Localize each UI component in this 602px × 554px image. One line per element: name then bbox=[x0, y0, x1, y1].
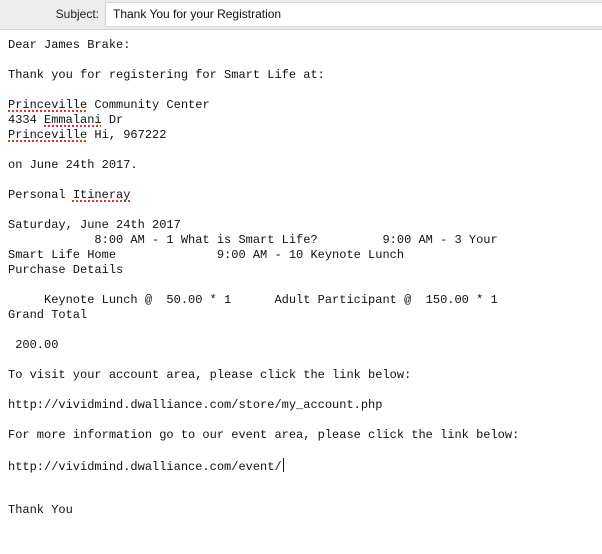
grand-total-label: Grand Total bbox=[8, 308, 88, 322]
day-heading: Saturday, June 24th 2017 bbox=[8, 218, 181, 232]
date-line: on June 24th 2017. bbox=[8, 158, 138, 172]
address-number: 4334 bbox=[8, 113, 45, 127]
city-rest: Hi, 967222 bbox=[87, 128, 167, 142]
subject-label: Subject: bbox=[55, 7, 99, 21]
itinerary-prefix: Personal bbox=[8, 188, 73, 202]
schedule-line: Smart Life Home 9:00 AM - 10 Keynote Lun… bbox=[8, 248, 405, 262]
message-body[interactable]: Dear James Brake: Thank you for registeri… bbox=[8, 38, 598, 518]
venue-word[interactable]: Princeville bbox=[8, 98, 87, 112]
account-link[interactable]: http://vividmind.dwalliance.com/store/my… bbox=[8, 398, 598, 413]
venue-line: Princeville Community Center bbox=[8, 98, 598, 113]
grand-total-value: 200.00 bbox=[8, 338, 59, 352]
venue-rest: Community Center bbox=[87, 98, 210, 112]
subject-field[interactable]: Thank You for your Registration bbox=[105, 2, 602, 27]
itinerary-word[interactable]: Itineray bbox=[73, 188, 131, 202]
schedule-line: 8:00 AM - 1 What is Smart Life? 9:00 AM … bbox=[8, 233, 498, 247]
city-word[interactable]: Princeville bbox=[8, 128, 87, 142]
purchase-line: Keynote Lunch @ 50.00 * 1 Adult Particip… bbox=[8, 293, 498, 307]
closing-line: Thank You bbox=[8, 503, 73, 517]
event-text: For more information go to our event are… bbox=[8, 428, 520, 442]
event-link[interactable]: http://vividmind.dwalliance.com/event/ bbox=[8, 460, 282, 474]
purchase-heading: Purchase Details bbox=[8, 263, 124, 277]
email-compose-window: Subject: Thank You for your Registration… bbox=[0, 0, 602, 554]
text-cursor bbox=[282, 458, 284, 472]
account-text: To visit your account area, please click… bbox=[8, 368, 412, 382]
address-suffix: Dr bbox=[101, 113, 124, 127]
itinerary-line: Personal Itineray bbox=[8, 188, 598, 203]
city-line: Princeville Hi, 967222 bbox=[8, 128, 598, 143]
greeting-line: Dear James Brake: bbox=[8, 38, 131, 52]
subject-bar: Subject: Thank You for your Registration bbox=[0, 0, 602, 30]
intro-line: Thank you for registering for Smart Life… bbox=[8, 68, 325, 82]
event-link-line: http://vividmind.dwalliance.com/event/ bbox=[8, 458, 598, 474]
address-street[interactable]: Emmalani bbox=[44, 113, 102, 127]
address-line: 4334 Emmalani Dr bbox=[8, 113, 598, 128]
